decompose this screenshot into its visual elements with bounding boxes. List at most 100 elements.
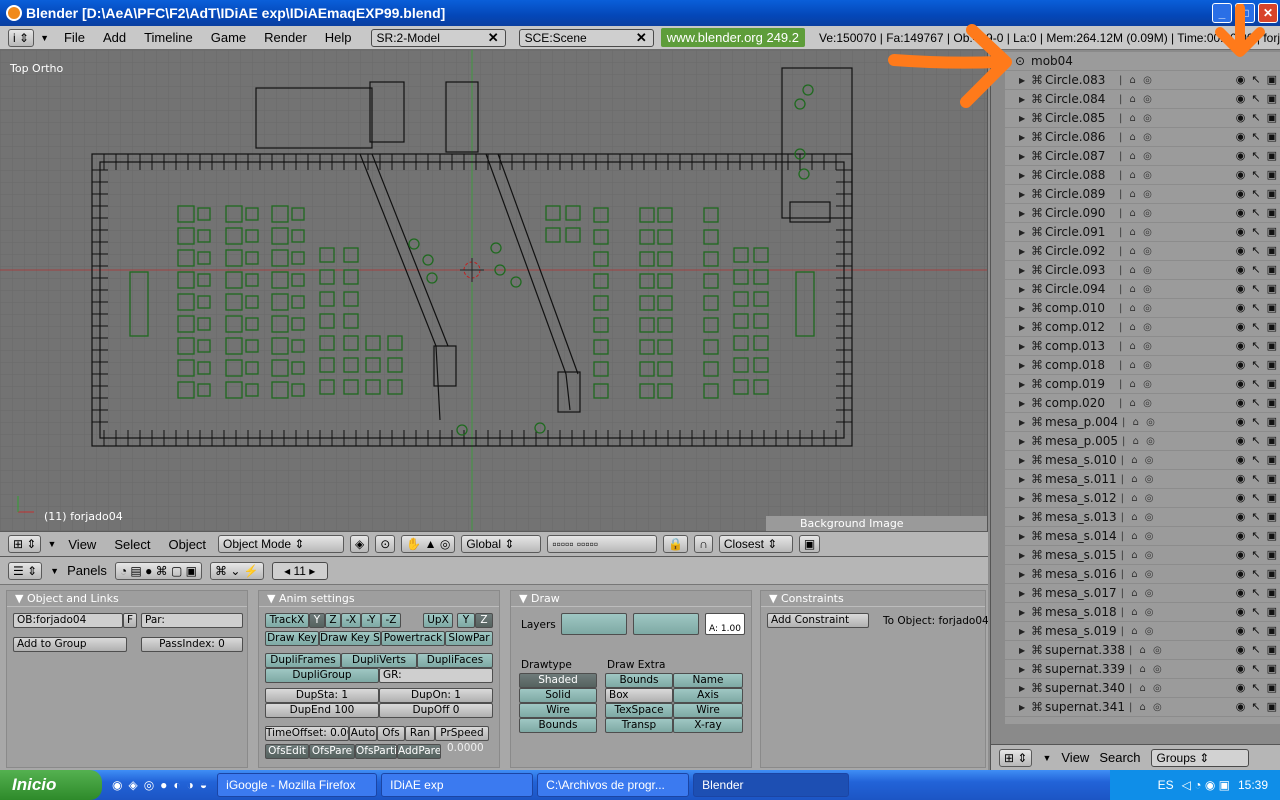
renderability-icon[interactable]: ▣ — [1267, 529, 1277, 542]
object-name-field[interactable]: OB:forjado04 — [13, 613, 123, 628]
selectability-cursor-icon[interactable]: ↖ — [1251, 681, 1260, 694]
timeoffset-field[interactable]: TimeOffset: 0.00 — [265, 726, 349, 741]
outliner-item[interactable]: ▶ ⌘ mesa_s.011 | ⌂ ◎ ◉ ↖ ▣ — [1005, 470, 1280, 489]
info-window-type-button[interactable]: i ⇕ — [8, 28, 35, 47]
expand-triangle-icon[interactable]: ▶ — [1019, 570, 1029, 579]
fake-user-button[interactable]: F — [123, 613, 137, 628]
visibility-eye-icon[interactable]: ◉ — [1236, 358, 1246, 371]
renderability-icon[interactable]: ▣ — [1267, 415, 1277, 428]
expand-triangle-icon[interactable]: ▶ — [1019, 285, 1029, 294]
language-indicator[interactable]: ES — [1158, 778, 1174, 792]
scene-selector[interactable]: SCE:Scene — [518, 28, 654, 47]
expand-triangle-icon[interactable]: ▶ — [1019, 646, 1029, 655]
visibility-eye-icon[interactable]: ◉ — [1236, 187, 1246, 200]
bounds-type-select[interactable]: Box — [605, 688, 673, 703]
renderability-icon[interactable]: ▣ — [1267, 130, 1277, 143]
renderability-icon[interactable]: ▣ — [1267, 320, 1277, 333]
visibility-eye-icon[interactable]: ◉ — [1236, 434, 1246, 447]
context-tabs[interactable]: ◔ ▤ ● ⌘ ▢ ▣ — [114, 561, 203, 580]
renderability-icon[interactable]: ▣ — [1267, 453, 1277, 466]
visibility-eye-icon[interactable]: ◉ — [1236, 681, 1246, 694]
expand-triangle-icon[interactable]: ▶ — [1019, 76, 1029, 85]
prspeed-button[interactable]: PrSpeed — [435, 726, 489, 741]
expand-triangle-icon[interactable]: ▶ — [1019, 703, 1029, 712]
wire-toggle[interactable]: Wire — [673, 703, 743, 718]
panel-title[interactable]: ▼ Object and Links — [7, 591, 247, 607]
selectability-cursor-icon[interactable]: ↖ — [1251, 130, 1260, 143]
website-link[interactable]: www.blender.org 249.2 — [660, 28, 806, 47]
expand-triangle-icon[interactable]: ▶ — [1019, 399, 1029, 408]
selectability-cursor-icon[interactable]: ↖ — [1251, 73, 1260, 86]
expand-triangle-icon[interactable]: ▶ — [1019, 513, 1029, 522]
selectability-cursor-icon[interactable]: ↖ — [1251, 225, 1260, 238]
outliner-item[interactable]: ▶ ⌘ mesa_s.017 | ⌂ ◎ ◉ ↖ ▣ — [1005, 584, 1280, 603]
outliner-item[interactable]: ▶ ⌘ mesa_s.015 | ⌂ ◎ ◉ ↖ ▣ — [1005, 546, 1280, 565]
visibility-eye-icon[interactable]: ◉ — [1236, 396, 1246, 409]
visibility-eye-icon[interactable]: ◉ — [1236, 111, 1246, 124]
selectability-cursor-icon[interactable]: ↖ — [1251, 548, 1260, 561]
selectability-cursor-icon[interactable]: ↖ — [1251, 358, 1260, 371]
menu-select[interactable]: Select — [108, 537, 156, 552]
name-toggle[interactable]: Name — [673, 673, 743, 688]
outliner-window-type-button[interactable]: ⊞ ⇕ — [999, 748, 1033, 767]
selectability-cursor-icon[interactable]: ↖ — [1251, 149, 1260, 162]
visibility-eye-icon[interactable]: ◉ — [1236, 73, 1246, 86]
outliner-display-mode[interactable]: Groups ⇕ — [1150, 748, 1249, 767]
outliner-menu-view[interactable]: View — [1061, 750, 1089, 765]
selectability-cursor-icon[interactable]: ↖ — [1251, 396, 1260, 409]
screen-selector[interactable]: SR:2-Model — [370, 28, 506, 47]
visibility-eye-icon[interactable]: ◉ — [1236, 130, 1246, 143]
outliner-item[interactable]: ▶ ⌘ mesa_s.010 | ⌂ ◎ ◉ ↖ ▣ — [1005, 451, 1280, 470]
object-subcontext-tabs[interactable]: ⌘ ⌄ ⚡ — [210, 561, 264, 580]
renderability-icon[interactable]: ▣ — [1267, 301, 1277, 314]
outliner-item[interactable]: ▶ ⌘ Circle.090 | ⌂ ◎ ◉ ↖ ▣ — [1005, 204, 1280, 223]
expand-triangle-icon[interactable]: ▶ — [1019, 684, 1029, 693]
renderability-icon[interactable]: ▣ — [1267, 472, 1277, 485]
renderability-icon[interactable]: ▣ — [1267, 377, 1277, 390]
panel-title[interactable]: ▼ Draw — [511, 591, 751, 607]
outliner-item[interactable]: ▶ ⌘ mesa_s.014 | ⌂ ◎ ◉ ↖ ▣ — [1005, 527, 1280, 546]
dupligroup-field[interactable]: GR: — [379, 668, 493, 683]
selectability-cursor-icon[interactable]: ↖ — [1251, 491, 1260, 504]
outliner-item[interactable]: ▶ ⌘ mesa_p.005 | ⌂ ◎ ◉ ↖ ▣ — [1005, 432, 1280, 451]
outliner-item[interactable]: ▶ ⌘ Circle.087 | ⌂ ◎ ◉ ↖ ▣ — [1005, 147, 1280, 166]
expand-triangle-icon[interactable]: ▶ — [1019, 95, 1029, 104]
outliner-item[interactable]: ▶ ⌘ comp.020 | ⌂ ◎ ◉ ↖ ▣ — [1005, 394, 1280, 413]
renderability-icon[interactable]: ▣ — [1267, 434, 1277, 447]
up-z-button[interactable]: Z — [475, 613, 493, 628]
layer-buttons[interactable]: ▫▫▫▫▫ ▫▫▫▫▫ — [547, 535, 658, 553]
ofspare-button[interactable]: OfsPare — [309, 744, 355, 759]
selectability-cursor-icon[interactable]: ↖ — [1251, 111, 1260, 124]
lock-icon[interactable]: 🔒 — [663, 535, 689, 553]
object-color-swatch[interactable]: A: 1.00 — [705, 613, 745, 635]
selectability-cursor-icon[interactable]: ↖ — [1251, 92, 1260, 105]
visibility-eye-icon[interactable]: ◉ — [1236, 624, 1246, 637]
frame-number-field[interactable]: ◂ 11 ▸ — [271, 561, 328, 580]
outliner-item[interactable]: ▶ ⌘ Circle.084 | ⌂ ◎ ◉ ↖ ▣ — [1005, 90, 1280, 109]
visibility-eye-icon[interactable]: ◉ — [1236, 453, 1246, 466]
selectability-cursor-icon[interactable]: ↖ — [1251, 567, 1260, 580]
selectability-cursor-icon[interactable]: ↖ — [1251, 510, 1260, 523]
expand-triangle-icon[interactable]: ▶ — [1019, 437, 1029, 446]
menu-add[interactable]: Add — [94, 30, 135, 45]
expand-triangle-icon[interactable]: ▶ — [1019, 133, 1029, 142]
selectability-cursor-icon[interactable]: ↖ — [1251, 320, 1260, 333]
ofsparti-button[interactable]: OfsParti — [355, 744, 397, 759]
powertrack-button[interactable]: Powertrack — [381, 631, 445, 646]
draw-type-button[interactable]: ◈ — [350, 535, 370, 553]
menu-help[interactable]: Help — [316, 30, 361, 45]
collapse-triangle-icon[interactable]: ▼ — [1042, 753, 1051, 763]
bounds-toggle[interactable]: Bounds — [605, 673, 673, 688]
renderability-icon[interactable]: ▣ — [1267, 624, 1277, 637]
renderability-icon[interactable]: ▣ — [1267, 225, 1277, 238]
pivot-button[interactable]: ⊙ — [375, 535, 396, 553]
menu-view[interactable]: View — [62, 537, 102, 552]
up-y-button[interactable]: Y — [457, 613, 475, 628]
expand-triangle-icon[interactable]: ▶ — [1019, 361, 1029, 370]
track-negz-button[interactable]: -Z — [381, 613, 401, 628]
outliner-item[interactable]: ▶ ⌘ Circle.088 | ⌂ ◎ ◉ ↖ ▣ — [1005, 166, 1280, 185]
renderability-icon[interactable]: ▣ — [1267, 510, 1277, 523]
visibility-eye-icon[interactable]: ◉ — [1236, 700, 1246, 713]
buttons-window-type-button[interactable]: ☰ ⇕ — [8, 561, 43, 580]
expand-triangle-icon[interactable]: ▶ — [1019, 589, 1029, 598]
